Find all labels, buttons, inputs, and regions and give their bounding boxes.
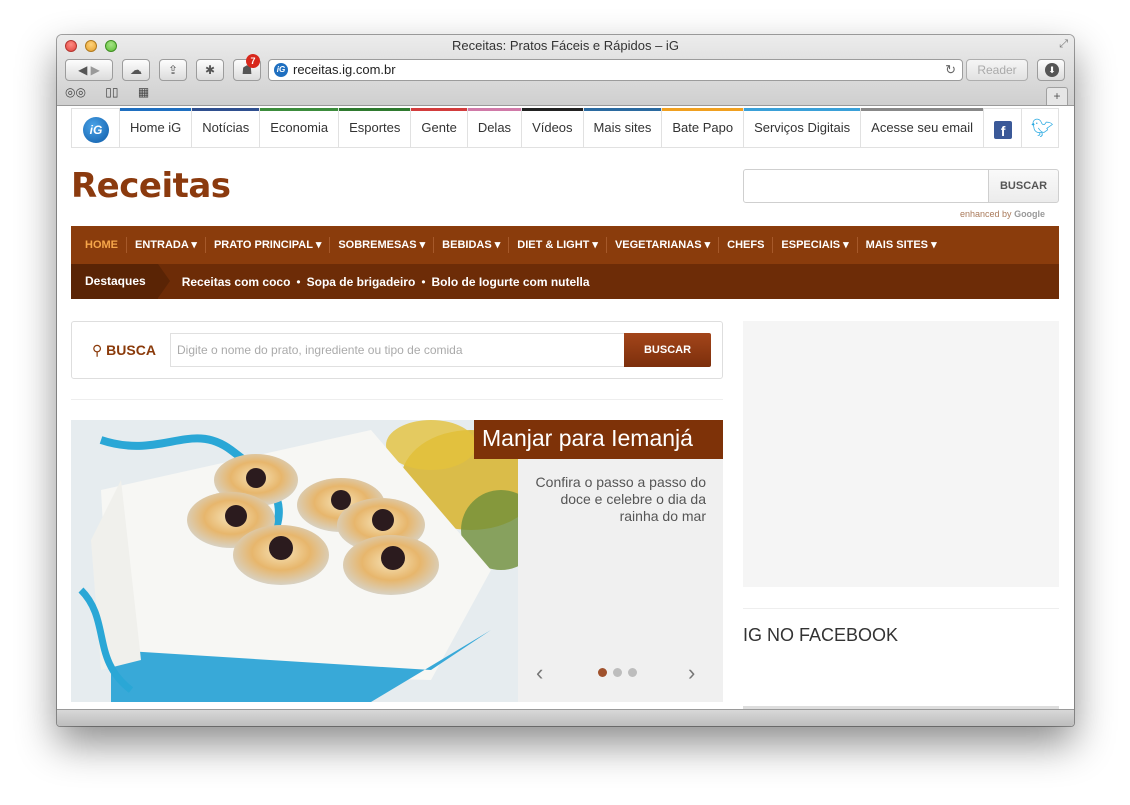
extension-button[interactable]: ✱ xyxy=(196,59,224,81)
site-favicon-icon: iG xyxy=(274,63,288,77)
highlights-bar: Destaques Receitas com coco • Sopa de br… xyxy=(71,264,1059,299)
google-label: Google xyxy=(1014,209,1046,219)
cloud-icon: ☁ xyxy=(130,63,142,77)
next-slide-icon[interactable]: › xyxy=(688,660,695,686)
reader-button[interactable]: Reader xyxy=(966,59,1028,81)
slide-dots xyxy=(598,668,643,677)
bullet-separator: • xyxy=(296,274,301,289)
notification-badge: 7 xyxy=(246,54,260,68)
nav-mais-sites[interactable]: MAIS SITES ▾ xyxy=(858,237,945,253)
nav-bebidas[interactable]: BEBIDAS ▾ xyxy=(434,237,510,253)
download-icon: ⬇ xyxy=(1045,63,1059,77)
highlight-link[interactable]: Receitas com coco xyxy=(182,275,291,289)
title-bar: Receitas: Pratos Fáceis e Rápidos – iG ⤢… xyxy=(57,35,1074,106)
featured-photo[interactable] xyxy=(71,420,518,702)
portal-nav-videos[interactable]: Vídeos xyxy=(522,108,584,147)
share-button[interactable]: ⇪ xyxy=(159,59,187,81)
slide-title[interactable]: Manjar para Iemanjá xyxy=(474,420,723,459)
status-bar xyxy=(57,709,1074,726)
highlights-label: Destaques xyxy=(71,264,170,299)
share-icon: ⇪ xyxy=(167,63,179,77)
facebook-section-heading: IG NO FACEBOOK xyxy=(743,625,899,645)
prev-slide-icon[interactable]: ‹ xyxy=(536,660,543,686)
busca-text: BUSCA xyxy=(106,342,156,358)
fullscreen-icon[interactable]: ⤢ xyxy=(1059,38,1068,51)
ad-placeholder xyxy=(743,321,1059,587)
browser-window: Receitas: Pratos Fáceis e Rápidos – iG ⤢… xyxy=(57,35,1074,726)
page-viewport: iG Home iG Notícias Economia Esportes Ge… xyxy=(57,106,1074,709)
recipe-search-box: ⚲ BUSCA Digite o nome do prato, ingredie… xyxy=(71,321,723,379)
portal-nav-servicos[interactable]: Serviços Digitais xyxy=(744,108,862,147)
ghostery-button[interactable]: ☗ 7 xyxy=(233,54,261,81)
slide-dot[interactable] xyxy=(598,668,607,677)
window-title: Receitas: Pratos Fáceis e Rápidos – iG xyxy=(452,38,679,53)
top-sites-icon[interactable]: ▦ xyxy=(138,85,149,99)
recipes-main-nav: HOME ENTRADA ▾ PRATO PRINCIPAL ▾ SOBREME… xyxy=(71,226,1059,264)
site-title[interactable]: Receitas xyxy=(71,166,231,206)
back-icon[interactable]: ◀ xyxy=(78,63,87,77)
highlight-link[interactable]: Sopa de brigadeiro xyxy=(307,275,416,289)
highlight-link[interactable]: Bolo de Iogurte com nutella xyxy=(432,275,590,289)
url-text[interactable]: receitas.ig.com.br xyxy=(293,60,396,80)
nav-entrada[interactable]: ENTRADA ▾ xyxy=(127,237,206,253)
portal-nav-bate-papo[interactable]: Bate Papo xyxy=(662,108,745,147)
manjar-dessert-image xyxy=(71,420,518,702)
portal-nav-economia[interactable]: Economia xyxy=(260,108,340,147)
ig-portal-nav: iG Home iG Notícias Economia Esportes Ge… xyxy=(71,108,1059,148)
reload-icon[interactable]: ↻ xyxy=(945,60,956,80)
divider xyxy=(743,608,1059,609)
facebook-link[interactable]: f xyxy=(984,109,1023,147)
bookmarks-icon[interactable]: ▯▯ xyxy=(105,85,118,99)
nav-diet-light[interactable]: DIET & LIGHT ▾ xyxy=(509,237,607,253)
enhanced-label: enhanced by xyxy=(960,209,1012,219)
featured-slider: Manjar para Iemanjá Confira o passo a pa… xyxy=(71,420,723,702)
portal-nav-mais-sites[interactable]: Mais sites xyxy=(583,108,663,147)
google-search-button[interactable]: BUSCAR xyxy=(988,169,1059,203)
icloud-tabs-button[interactable]: ☁ xyxy=(122,59,150,81)
enhanced-by-google: enhanced by Google xyxy=(960,209,1045,219)
facebook-icon: f xyxy=(994,121,1013,139)
recipe-search-button[interactable]: BUSCAR xyxy=(624,333,711,367)
slide-dot[interactable] xyxy=(613,668,622,677)
search-icon: ⚲ xyxy=(92,342,103,358)
nav-prato-principal[interactable]: PRATO PRINCIPAL ▾ xyxy=(206,237,331,253)
google-search-input[interactable] xyxy=(743,169,989,203)
nav-especiais[interactable]: ESPECIAIS ▾ xyxy=(773,237,858,253)
twitter-icon: 🐦︎ xyxy=(1031,118,1054,138)
forward-icon[interactable]: ▶ xyxy=(91,63,100,77)
downloads-button[interactable]: ⬇ xyxy=(1037,59,1065,81)
recipe-search-input[interactable]: Digite o nome do prato, ingrediente ou t… xyxy=(170,333,625,367)
portal-nav-delas[interactable]: Delas xyxy=(467,108,523,147)
slide-description[interactable]: Confira o passo a passo do doce e celebr… xyxy=(531,474,706,525)
address-bar[interactable]: iG receitas.ig.com.br ↻ xyxy=(268,59,963,81)
nav-sobremesas[interactable]: SOBREMESAS ▾ xyxy=(330,237,435,253)
nav-chefs[interactable]: CHEFS xyxy=(719,237,774,253)
portal-nav-esportes[interactable]: Esportes xyxy=(339,108,412,147)
divider xyxy=(71,399,723,400)
portal-nav-gente[interactable]: Gente xyxy=(411,108,468,147)
nav-vegetarianas[interactable]: VEGETARIANAS ▾ xyxy=(607,237,720,253)
busca-label: ⚲ BUSCA xyxy=(92,342,156,359)
back-forward-buttons[interactable]: ◀ ▶ xyxy=(65,59,113,81)
reading-list-icon[interactable]: ◎◎ xyxy=(65,85,86,99)
portal-nav-email[interactable]: Acesse seu email xyxy=(861,108,985,147)
new-tab-button[interactable]: + xyxy=(1046,87,1068,105)
ig-logo[interactable]: iG xyxy=(72,109,120,147)
portal-nav-home[interactable]: Home iG xyxy=(120,108,193,147)
bullet-separator: • xyxy=(421,274,426,289)
portal-nav-noticias[interactable]: Notícias xyxy=(192,108,261,147)
twitter-link[interactable]: 🐦︎ xyxy=(1022,109,1058,147)
slide-dot[interactable] xyxy=(628,668,637,677)
puzzle-icon: ✱ xyxy=(204,63,216,77)
ig-logo-icon: iG xyxy=(83,117,109,143)
bookmarks-bar: ◎◎ ▯▯ ▦ xyxy=(65,85,165,99)
nav-home[interactable]: HOME xyxy=(77,237,127,253)
